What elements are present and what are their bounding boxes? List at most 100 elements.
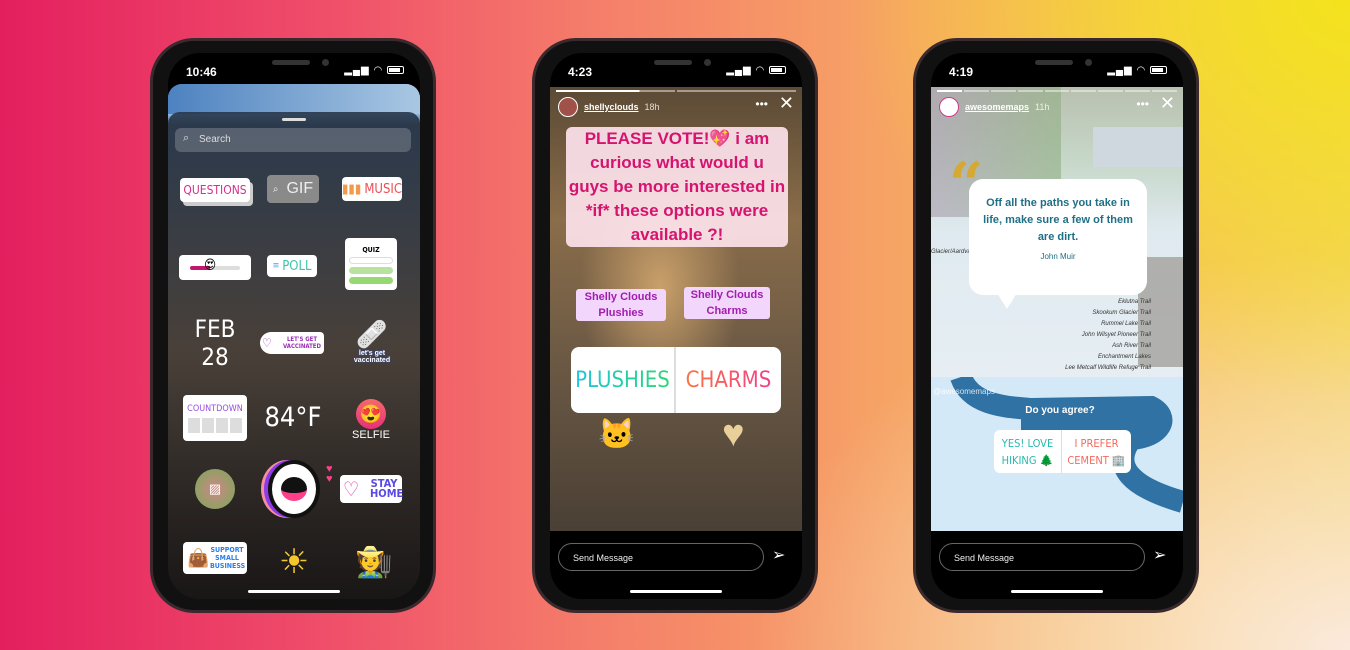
quote-bubble: Off all the paths you take in life, make… bbox=[969, 179, 1147, 309]
more-icon[interactable]: ••• bbox=[1136, 97, 1149, 111]
map-label: Enchantment Lakes bbox=[1097, 354, 1151, 360]
quiz-sticker[interactable]: QUIZ bbox=[345, 238, 397, 290]
close-icon[interactable]: ✕ bbox=[779, 93, 794, 114]
questions-sticker[interactable]: QUESTIONS bbox=[180, 178, 250, 202]
home-indicator[interactable] bbox=[248, 590, 340, 593]
avatar[interactable] bbox=[558, 97, 578, 117]
sticker-search-input[interactable]: ⌕ Search bbox=[175, 128, 411, 152]
timestamp: 18h bbox=[644, 102, 660, 112]
story-header: awesomemaps 11h bbox=[939, 97, 1049, 117]
status-time: 10:46 bbox=[186, 65, 217, 79]
selfie-sticker[interactable]: 😍 SELFIE bbox=[348, 394, 394, 446]
phone-story-awesomemaps: 4:19 ▂▄▆ ◠ Eklutna Trail Skookum Glacier… bbox=[913, 38, 1199, 613]
map-label: Lee Metcalf Wildlife Refuge Trail bbox=[1065, 365, 1151, 371]
more-icon[interactable]: ••• bbox=[755, 97, 768, 111]
shopping-bag-heart-icon: 👜 bbox=[187, 547, 210, 569]
close-icon[interactable]: ✕ bbox=[1160, 93, 1175, 114]
battery-icon bbox=[769, 66, 786, 75]
quote-author: John Muir bbox=[1040, 252, 1076, 261]
heart-eyes-face-icon: 😍 bbox=[356, 399, 386, 429]
send-message-input[interactable]: Send Message bbox=[939, 543, 1145, 571]
signal-icon: ▂▄▆ bbox=[344, 65, 370, 76]
status-time: 4:19 bbox=[949, 65, 974, 79]
sticker-sheet: ⌕ Search QUESTIONS ⌕ GIF ▮▮▮ MUSIC 😍 ≡ POLL … bbox=[168, 84, 420, 599]
map-label: Ash River Trail bbox=[1112, 343, 1151, 349]
poll-lines-icon: ≡ bbox=[272, 261, 280, 271]
status-icons: ▂▄▆ ◠ bbox=[726, 65, 786, 76]
home-indicator[interactable] bbox=[1011, 590, 1103, 593]
temperature-sticker[interactable]: 84°F bbox=[260, 402, 326, 433]
phone-story-shellyclouds: 4:23 ▂▄▆ ◠ shellyclouds 18h ••• ✕ PLEASE … bbox=[532, 38, 818, 613]
lets-get-vaccinated-sticker[interactable]: ♡ LET'S GET VACCINATED bbox=[260, 332, 324, 354]
status-icons: ▂▄▆ ◠ bbox=[1107, 65, 1167, 76]
vaccinated-bandage-sticker[interactable]: 🩹 let's get vaccinated bbox=[344, 310, 400, 372]
stay-home-sticker[interactable]: ♡ STAY HOME bbox=[340, 475, 403, 503]
phone-sticker-tray: 10:46 ▂▄▆ ◠ ⌕ Search QUESTIONS ⌕ GIF ▮▮▮ MU… bbox=[150, 38, 436, 613]
poll-option-cement[interactable]: I PREFER CEMENT 🏢 bbox=[1062, 430, 1131, 473]
map-label: John Wilsyet Pioneer Trail bbox=[1081, 332, 1151, 338]
phone-screen: 4:23 ▂▄▆ ◠ shellyclouds 18h ••• ✕ PLEASE … bbox=[550, 53, 802, 599]
heart-house-icon: ♡ bbox=[343, 477, 360, 501]
cat-plush-sticker: 🐱 bbox=[598, 418, 636, 451]
bandage-flower-icon: 🩹 bbox=[355, 318, 389, 349]
search-icon: ⌕ bbox=[183, 132, 190, 144]
story-progress bbox=[556, 90, 796, 92]
drag-handle[interactable] bbox=[282, 118, 306, 121]
hearts-icon: ♥ ♥ bbox=[326, 463, 333, 485]
signal-icon: ▂▄▆ bbox=[726, 65, 752, 76]
map-label: Eklutna Trail bbox=[1118, 299, 1151, 305]
avatar[interactable] bbox=[939, 97, 959, 117]
battery-icon bbox=[1150, 66, 1167, 75]
gif-sticker[interactable]: ⌕ GIF bbox=[267, 175, 319, 203]
support-small-business-sticker[interactable]: 👜 SUPPORT SMALL BUSINESS bbox=[183, 542, 247, 574]
search-icon: ⌕ bbox=[272, 183, 279, 195]
signal-icon: ▂▄▆ bbox=[1107, 65, 1133, 76]
countdown-sticker[interactable]: COUNTDOWN bbox=[183, 395, 247, 441]
send-icon[interactable]: ➢ bbox=[1153, 545, 1166, 565]
story-content[interactable]: shellyclouds 18h ••• ✕ PLEASE VOTE!💖 i am… bbox=[550, 87, 802, 531]
timestamp: 11h bbox=[1035, 102, 1050, 112]
quote-mark-icon: “ bbox=[949, 150, 984, 220]
send-icon[interactable]: ➢ bbox=[772, 545, 785, 565]
wifi-icon: ◠ bbox=[1136, 65, 1147, 76]
person-plant-sticker[interactable]: 🧑‍🌾 bbox=[346, 537, 402, 587]
home-indicator[interactable] bbox=[630, 590, 722, 593]
poll-option-plushies[interactable]: PLUSHIES bbox=[571, 347, 676, 413]
music-bars-icon: ▮▮▮ bbox=[342, 181, 362, 197]
wifi-icon: ◠ bbox=[373, 65, 384, 76]
music-sticker[interactable]: ▮▮▮ MUSIC bbox=[342, 177, 402, 201]
poll-option-charms[interactable]: CHARMS bbox=[676, 347, 781, 413]
poll-question: Do you agree? bbox=[1025, 405, 1095, 416]
sun-bird-sticker[interactable]: ☀ bbox=[266, 537, 322, 587]
send-message-input[interactable]: Send Message bbox=[558, 543, 764, 571]
emoji-slider-sticker[interactable]: 😍 bbox=[179, 255, 251, 280]
date-sticker[interactable]: FEB 28 bbox=[180, 315, 250, 371]
person-icon: 🧑‍🌾 bbox=[355, 545, 393, 579]
poll-option-yes[interactable]: YES! LOVE HIKING 🌲 bbox=[994, 430, 1062, 473]
map-label: Rummel Lake Trail bbox=[1101, 321, 1151, 327]
heart-charm-sticker: ♥ bbox=[722, 413, 745, 455]
story-content[interactable]: Eklutna Trail Skookum Glacier Trail Rumm… bbox=[931, 87, 1183, 531]
username[interactable]: awesomemaps bbox=[965, 102, 1029, 112]
story-header: shellyclouds 18h bbox=[558, 97, 660, 117]
poll-sticker[interactable]: ≡ POLL bbox=[267, 255, 317, 277]
phone-screen: 10:46 ▂▄▆ ◠ ⌕ Search QUESTIONS ⌕ GIF ▮▮▮ MU… bbox=[168, 53, 420, 599]
username[interactable]: shellyclouds bbox=[584, 102, 639, 112]
phone-screen: 4:19 ▂▄▆ ◠ Eklutna Trail Skookum Glacier… bbox=[931, 53, 1183, 599]
label-plushies: Shelly Clouds Plushies bbox=[576, 289, 666, 321]
sun-icon: ☀ bbox=[278, 543, 310, 581]
quote-text: Off all the paths you take in life, make… bbox=[983, 197, 1133, 243]
mention-tag[interactable]: @awesomemaps bbox=[933, 387, 995, 396]
story-caption: PLEASE VOTE!💖 i am curious what would u … bbox=[566, 127, 788, 247]
heart-eyes-emoji-icon: 😍 bbox=[204, 257, 217, 273]
status-time: 4:23 bbox=[568, 65, 593, 79]
image-icon: ▨ bbox=[208, 481, 222, 496]
battery-icon bbox=[387, 66, 404, 75]
mouth-sticker[interactable] bbox=[268, 460, 320, 518]
poll-sticker: YES! LOVE HIKING 🌲 I PREFER CEMENT 🏢 bbox=[994, 430, 1131, 473]
photo-sticker[interactable]: ▨ bbox=[195, 469, 235, 509]
status-icons: ▂▄▆ ◠ bbox=[344, 65, 404, 76]
story-progress bbox=[937, 90, 1178, 92]
wifi-icon: ◠ bbox=[755, 65, 766, 76]
map-label: Skookum Glacier Trail bbox=[1092, 310, 1151, 316]
